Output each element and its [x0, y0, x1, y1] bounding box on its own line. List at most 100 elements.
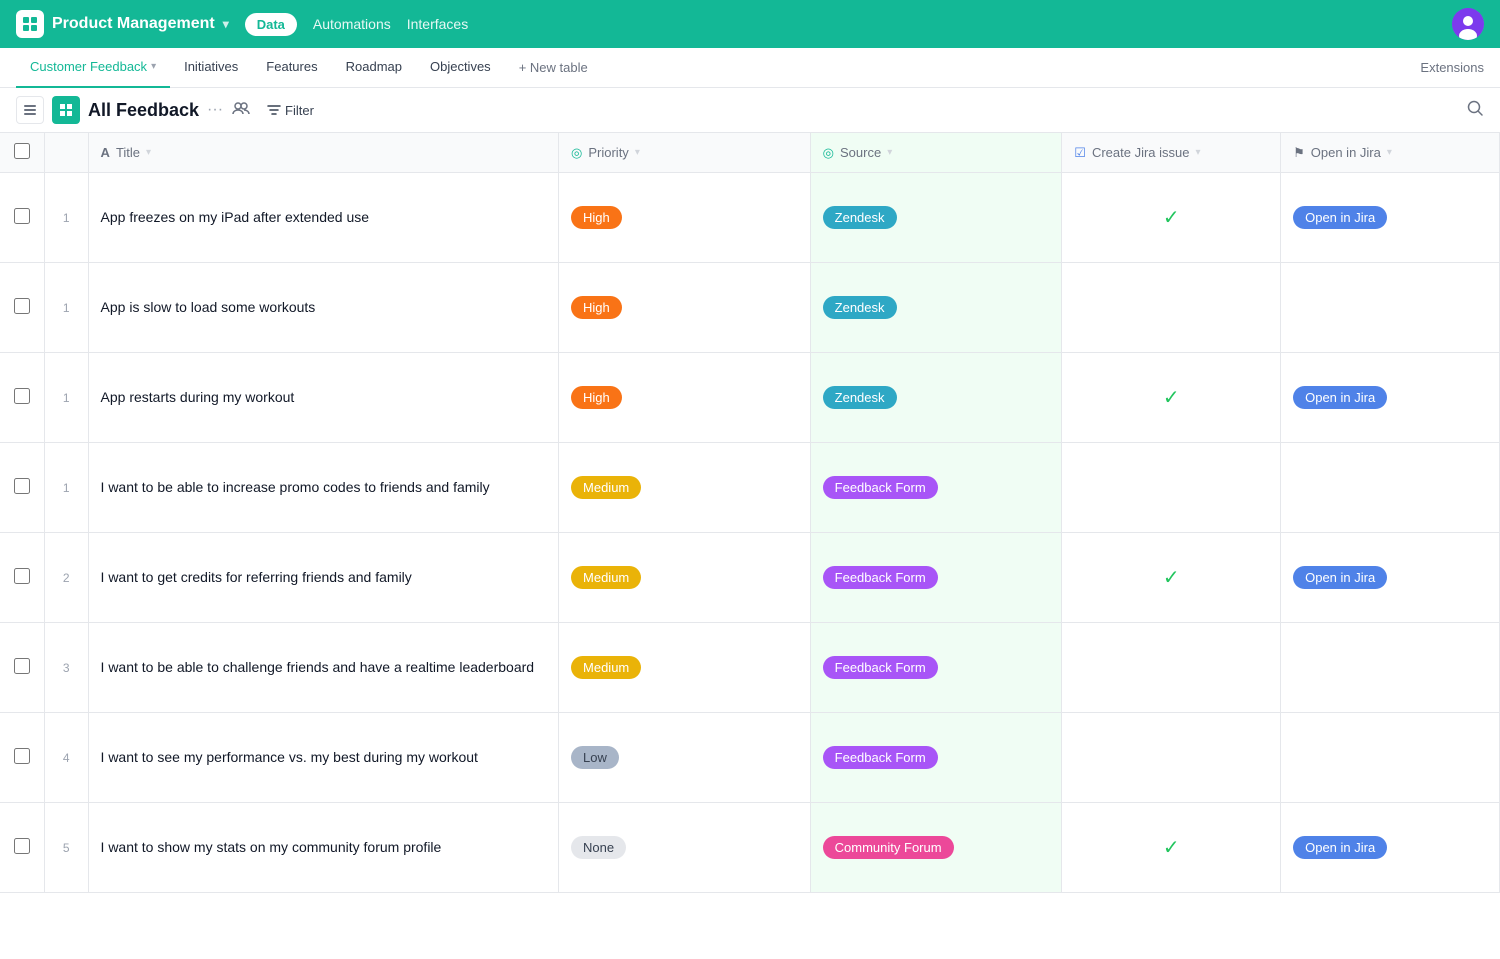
row-checkbox-cell[interactable] — [0, 623, 44, 713]
row-checkbox-cell[interactable] — [0, 803, 44, 893]
sidebar-icon — [23, 103, 37, 117]
row-jira-issue[interactable]: ✓ — [1062, 533, 1281, 623]
row-open-jira[interactable]: Open in Jira — [1281, 353, 1500, 443]
source-badge: Zendesk — [823, 206, 897, 229]
row-checkbox[interactable] — [14, 568, 30, 584]
row-number: 1 — [44, 173, 88, 263]
row-number: 3 — [44, 623, 88, 713]
open-jira-column-header[interactable]: ⚑ Open in Jira ▾ — [1281, 133, 1500, 173]
row-jira-issue[interactable] — [1062, 623, 1281, 713]
row-title[interactable]: App restarts during my workout — [88, 353, 558, 443]
tab-initiatives[interactable]: Initiatives — [170, 48, 252, 88]
row-priority[interactable]: Medium — [559, 533, 811, 623]
row-checkbox-cell[interactable] — [0, 263, 44, 353]
open-jira-badge[interactable]: Open in Jira — [1293, 566, 1387, 589]
extensions-link[interactable]: Extensions — [1420, 60, 1484, 75]
row-source[interactable]: Feedback Form — [810, 713, 1062, 803]
table-header-row: A Title ▾ ◎ Priority ▾ ◎ Source — [0, 133, 1500, 173]
row-checkbox-cell[interactable] — [0, 443, 44, 533]
row-checkbox-cell[interactable] — [0, 713, 44, 803]
row-open-jira[interactable]: Open in Jira — [1281, 173, 1500, 263]
row-title[interactable]: I want to show my stats on my community … — [88, 803, 558, 893]
title-column-header[interactable]: A Title ▾ — [88, 133, 558, 173]
row-checkbox[interactable] — [14, 838, 30, 854]
row-title[interactable]: I want to be able to challenge friends a… — [88, 623, 558, 713]
row-source[interactable]: Feedback Form — [810, 623, 1062, 713]
row-priority[interactable]: Medium — [559, 623, 811, 713]
row-checkbox-cell[interactable] — [0, 173, 44, 263]
open-jira-badge[interactable]: Open in Jira — [1293, 836, 1387, 859]
open-jira-badge[interactable]: Open in Jira — [1293, 206, 1387, 229]
row-source[interactable]: Zendesk — [810, 353, 1062, 443]
tab-roadmap[interactable]: Roadmap — [332, 48, 416, 88]
row-open-jira[interactable] — [1281, 713, 1500, 803]
row-checkbox[interactable] — [14, 658, 30, 674]
grid-view-icon[interactable] — [52, 96, 80, 124]
row-title[interactable]: I want to see my performance vs. my best… — [88, 713, 558, 803]
row-source[interactable]: Zendesk — [810, 173, 1062, 263]
sidebar-toggle-button[interactable] — [16, 96, 44, 124]
row-open-jira[interactable] — [1281, 443, 1500, 533]
avatar[interactable] — [1452, 8, 1484, 40]
priority-badge: High — [571, 206, 622, 229]
table-nav: Customer Feedback ▾ Initiatives Features… — [0, 48, 1500, 88]
row-checkbox[interactable] — [14, 208, 30, 224]
priority-column-header[interactable]: ◎ Priority ▾ — [559, 133, 811, 173]
row-checkbox[interactable] — [14, 298, 30, 314]
row-jira-issue[interactable]: ✓ — [1062, 173, 1281, 263]
row-checkbox-cell[interactable] — [0, 533, 44, 623]
tab-customer-feedback[interactable]: Customer Feedback ▾ — [16, 48, 170, 88]
row-priority[interactable]: None — [559, 803, 811, 893]
row-open-jira[interactable]: Open in Jira — [1281, 533, 1500, 623]
row-open-jira[interactable] — [1281, 623, 1500, 713]
source-column-header[interactable]: ◎ Source ▾ — [810, 133, 1062, 173]
row-checkbox-cell[interactable] — [0, 353, 44, 443]
logo-icon — [16, 10, 44, 38]
filter-button[interactable]: Filter — [259, 99, 322, 122]
tab-objectives[interactable]: Objectives — [416, 48, 505, 88]
row-jira-issue[interactable]: ✓ — [1062, 803, 1281, 893]
row-title[interactable]: I want to get credits for referring frie… — [88, 533, 558, 623]
row-title[interactable]: App freezes on my iPad after extended us… — [88, 173, 558, 263]
search-button[interactable] — [1466, 99, 1484, 122]
row-priority[interactable]: Low — [559, 713, 811, 803]
row-jira-issue[interactable] — [1062, 443, 1281, 533]
app-logo[interactable]: Product Management ▾ — [16, 10, 229, 38]
row-checkbox[interactable] — [14, 748, 30, 764]
row-priority[interactable]: High — [559, 263, 811, 353]
row-title[interactable]: I want to be able to increase promo code… — [88, 443, 558, 533]
row-open-jira[interactable]: Open in Jira — [1281, 803, 1500, 893]
jira-issue-column-header[interactable]: ☑ Create Jira issue ▾ — [1062, 133, 1281, 173]
jira-col-label: Create Jira issue — [1092, 145, 1190, 160]
row-priority[interactable]: High — [559, 353, 811, 443]
nav-interfaces[interactable]: Interfaces — [407, 16, 468, 32]
new-table-button[interactable]: + New table — [505, 60, 602, 75]
more-options-button[interactable]: ··· — [207, 101, 223, 119]
row-source[interactable]: Community Forum — [810, 803, 1062, 893]
row-jira-issue[interactable]: ✓ — [1062, 353, 1281, 443]
row-jira-issue[interactable] — [1062, 263, 1281, 353]
select-all-cell[interactable] — [0, 133, 44, 173]
table-body: 1App freezes on my iPad after extended u… — [0, 173, 1500, 893]
jira-col-icon: ☑ — [1074, 145, 1086, 161]
row-checkbox[interactable] — [14, 388, 30, 404]
row-open-jira[interactable] — [1281, 263, 1500, 353]
row-title[interactable]: App is slow to load some workouts — [88, 263, 558, 353]
row-priority[interactable]: Medium — [559, 443, 811, 533]
row-jira-issue[interactable] — [1062, 713, 1281, 803]
nav-data-pill[interactable]: Data — [245, 13, 297, 36]
row-source[interactable]: Zendesk — [810, 263, 1062, 353]
row-source[interactable]: Feedback Form — [810, 443, 1062, 533]
select-all-checkbox[interactable] — [14, 143, 30, 159]
group-icon[interactable] — [231, 98, 251, 123]
row-priority[interactable]: High — [559, 173, 811, 263]
open-jira-label: Open in Jira — [1311, 145, 1381, 160]
open-jira-badge[interactable]: Open in Jira — [1293, 386, 1387, 409]
table-row: 1App restarts during my workoutHighZende… — [0, 353, 1500, 443]
row-source[interactable]: Feedback Form — [810, 533, 1062, 623]
row-checkbox[interactable] — [14, 478, 30, 494]
jira-checkmark: ✓ — [1163, 837, 1180, 859]
tab-features-label: Features — [266, 59, 317, 74]
nav-automations[interactable]: Automations — [313, 16, 391, 32]
tab-features[interactable]: Features — [252, 48, 331, 88]
